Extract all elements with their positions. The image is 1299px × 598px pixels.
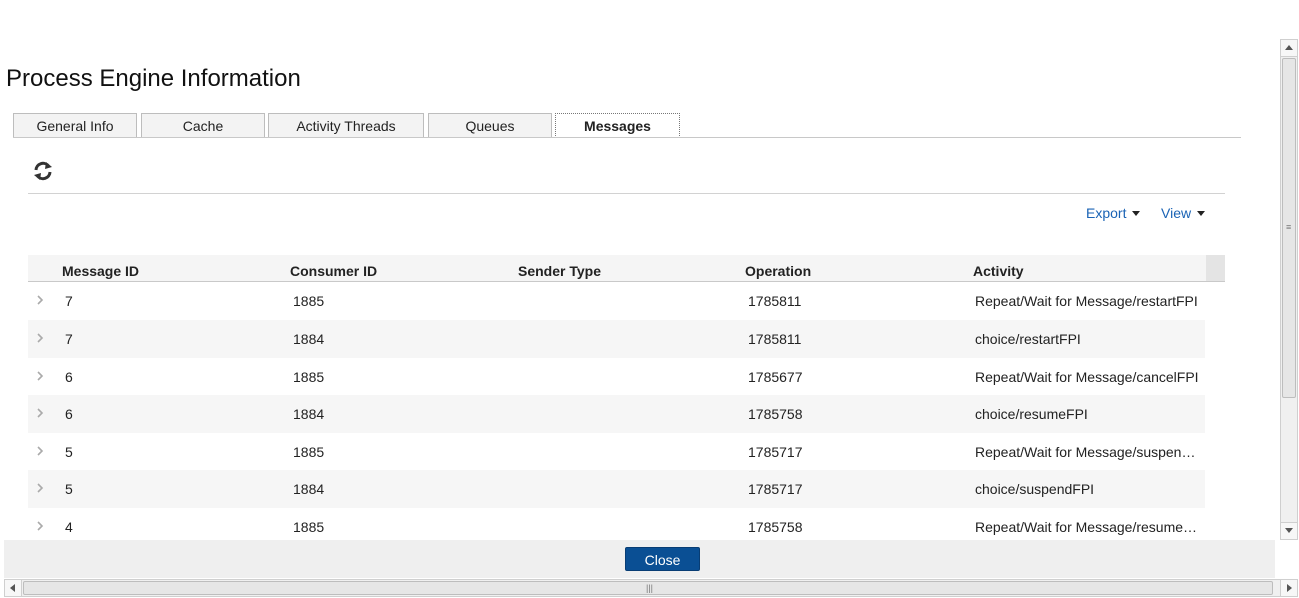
- cell-consumer-id: 1885: [293, 444, 325, 460]
- cell-message-id: 4: [65, 519, 73, 535]
- cell-consumer-id: 1885: [293, 519, 325, 535]
- cell-consumer-id: 1885: [293, 293, 325, 309]
- cell-activity: Repeat/Wait for Message/suspendFPI: [975, 444, 1203, 460]
- horizontal-scroll-thumb[interactable]: |||: [23, 581, 1273, 595]
- caret-down-icon: [1132, 210, 1141, 216]
- tab-general-info[interactable]: General Info: [13, 113, 137, 137]
- cell-operation: 1785811: [748, 331, 802, 347]
- page-title: Process Engine Information: [6, 65, 301, 92]
- scroll-left-button[interactable]: [5, 580, 22, 596]
- export-label: Export: [1086, 205, 1127, 221]
- chevron-right-icon[interactable]: [36, 294, 44, 306]
- cell-operation: 1785758: [748, 406, 803, 422]
- tab-queues[interactable]: Queues: [428, 113, 552, 137]
- cell-activity: Repeat/Wait for Message/restartFPI: [975, 293, 1198, 309]
- cell-operation: 1785717: [748, 481, 803, 497]
- cell-consumer-id: 1884: [293, 481, 325, 497]
- chevron-right-icon[interactable]: [36, 520, 44, 532]
- cell-message-id: 7: [65, 331, 73, 347]
- arrow-left-icon: [10, 584, 15, 592]
- scroll-up-button[interactable]: [1281, 40, 1297, 57]
- cell-activity: Repeat/Wait for Message/cancelFPI: [975, 369, 1199, 385]
- cell-message-id: 6: [65, 369, 73, 385]
- cell-message-id: 7: [65, 293, 73, 309]
- toolbar-divider: [28, 193, 1225, 194]
- cell-operation: 1785717: [748, 444, 803, 460]
- table-row[interactable]: 4 1885 1785758 Repeat/Wait for Message/r…: [28, 508, 1205, 540]
- chevron-right-icon[interactable]: [36, 407, 44, 419]
- tab-activity-threads[interactable]: Activity Threads: [268, 113, 424, 137]
- table-row[interactable]: 6 1885 1785677 Repeat/Wait for Message/c…: [28, 358, 1205, 396]
- table-row[interactable]: 7 1884 1785811 choice/restartFPI: [28, 320, 1205, 358]
- vertical-scroll-thumb[interactable]: ≡: [1282, 58, 1296, 398]
- vertical-scrollbar[interactable]: ≡: [1280, 39, 1298, 540]
- column-header-activity[interactable]: Activity: [973, 263, 1024, 279]
- view-menu[interactable]: View: [1161, 204, 1206, 222]
- arrow-down-icon: [1285, 528, 1293, 533]
- table-row[interactable]: 7 1885 1785811 Repeat/Wait for Message/r…: [28, 282, 1205, 320]
- horizontal-scrollbar[interactable]: |||: [4, 579, 1298, 597]
- grip-icon: |||: [646, 583, 654, 593]
- view-label: View: [1161, 205, 1192, 221]
- scroll-right-button[interactable]: [1280, 580, 1297, 596]
- column-header-operation[interactable]: Operation: [745, 263, 811, 279]
- close-button[interactable]: Close: [625, 547, 700, 571]
- caret-down-icon: [1197, 210, 1206, 216]
- chevron-right-icon[interactable]: [36, 332, 44, 344]
- tab-cache[interactable]: Cache: [141, 113, 265, 137]
- tab-baseline: [13, 137, 1241, 138]
- tab-messages[interactable]: Messages: [555, 113, 680, 138]
- table-row[interactable]: 5 1885 1785717 Repeat/Wait for Message/s…: [28, 433, 1205, 471]
- cell-activity: choice/restartFPI: [975, 331, 1081, 347]
- cell-activity: Repeat/Wait for Message/resumeFPI: [975, 519, 1203, 535]
- cell-consumer-id: 1884: [293, 406, 325, 422]
- chevron-right-icon[interactable]: [36, 482, 44, 494]
- chevron-right-icon[interactable]: [36, 370, 44, 382]
- tab-bar: General Info Cache Activity Threads Queu…: [13, 113, 1241, 138]
- grid-header: Message ID Consumer ID Sender Type Opera…: [28, 255, 1225, 282]
- chevron-right-icon[interactable]: [36, 445, 44, 457]
- table-row[interactable]: 5 1884 1785717 choice/suspendFPI: [28, 470, 1205, 508]
- column-header-message-id[interactable]: Message ID: [62, 263, 139, 279]
- scroll-down-button[interactable]: [1281, 522, 1297, 539]
- cell-operation: 1785811: [748, 293, 802, 309]
- grip-icon: ≡: [1286, 222, 1292, 232]
- refresh-icon[interactable]: [32, 160, 54, 182]
- cell-message-id: 5: [65, 444, 73, 460]
- cell-message-id: 5: [65, 481, 73, 497]
- cell-consumer-id: 1884: [293, 331, 325, 347]
- cell-activity: choice/suspendFPI: [975, 481, 1095, 497]
- column-header-sender-type[interactable]: Sender Type: [518, 263, 601, 279]
- export-menu[interactable]: Export: [1086, 204, 1141, 222]
- cell-operation: 1785677: [748, 369, 803, 385]
- cell-consumer-id: 1885: [293, 369, 325, 385]
- table-row[interactable]: 6 1884 1785758 choice/resumeFPI: [28, 395, 1205, 433]
- arrow-right-icon: [1287, 584, 1292, 592]
- column-header-consumer-id[interactable]: Consumer ID: [290, 263, 377, 279]
- cell-message-id: 6: [65, 406, 73, 422]
- cell-operation: 1785758: [748, 519, 803, 535]
- cell-activity: choice/resumeFPI: [975, 406, 1088, 422]
- messages-grid: Message ID Consumer ID Sender Type Opera…: [28, 255, 1225, 540]
- arrow-up-icon: [1285, 45, 1293, 50]
- grid-header-filler: [1206, 255, 1225, 281]
